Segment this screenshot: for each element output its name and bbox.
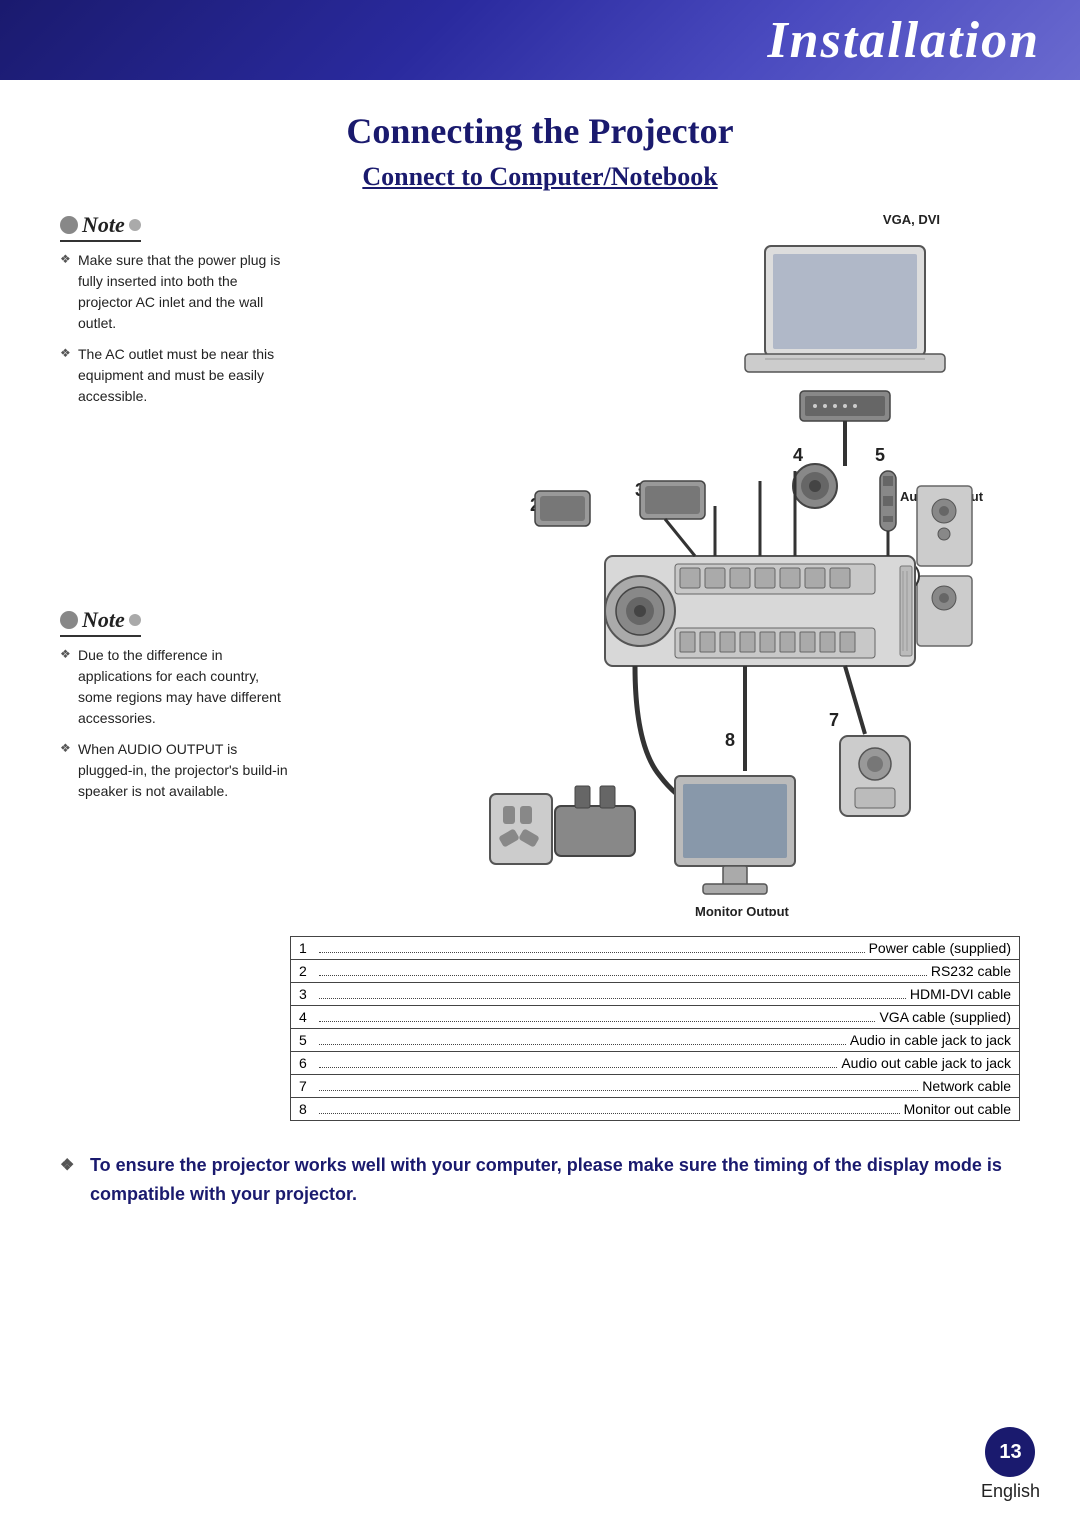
cable-label-3: HDMI-DVI cable	[910, 986, 1011, 1002]
cable-row-1: 1 Power cable (supplied)	[290, 936, 1020, 960]
cable-label-8: Monitor out cable	[904, 1101, 1011, 1117]
page-number-area: 13 English	[981, 1427, 1040, 1502]
cable-row-5: 5 Audio in cable jack to jack	[290, 1029, 1020, 1052]
cable-num-4: 4	[299, 1009, 315, 1025]
cable-row-3: 3 HDMI-DVI cable	[290, 983, 1020, 1006]
note-item-2-1: Due to the difference in applications fo…	[60, 645, 290, 729]
cable-dots-1	[319, 943, 865, 953]
cable-row-2: 2 RS232 cable	[290, 960, 1020, 983]
note-item-2-2: When AUDIO OUTPUT is plugged-in, the pro…	[60, 739, 290, 802]
cable-num-3: 3	[299, 986, 315, 1002]
monitor-output-label: Monitor Output	[695, 904, 790, 916]
cable-label-1: Power cable (supplied)	[869, 940, 1011, 956]
header-bar: Installation	[0, 0, 1080, 80]
cable-label-7: Network cable	[922, 1078, 1011, 1094]
left-panel: Note Make sure that the power plug is fu…	[60, 212, 290, 916]
cable-dots-4	[319, 1012, 875, 1022]
section-title: Connecting the Projector	[60, 110, 1020, 152]
note-box-1: Note Make sure that the power plug is fu…	[60, 212, 290, 407]
note-item-1-2: The AC outlet must be near this equipmen…	[60, 344, 290, 407]
bottom-note: To ensure the projector works well with …	[60, 1151, 1020, 1209]
page-language: English	[981, 1481, 1040, 1502]
full-page: Installation Connecting the Projector Co…	[0, 0, 1080, 1532]
cable-row-8: 8 Monitor out cable	[290, 1098, 1020, 1121]
content-area: Connecting the Projector Connect to Comp…	[0, 80, 1080, 1339]
cable-row-7: 7 Network cable	[290, 1075, 1020, 1098]
cable-dots-6	[319, 1058, 837, 1068]
cable-row-6: 6 Audio out cable jack to jack	[290, 1052, 1020, 1075]
svg-text:5: 5	[875, 445, 885, 465]
page-content: Connecting the Projector Connect to Comp…	[0, 80, 1080, 1239]
cable-num-6: 6	[299, 1055, 315, 1071]
note-box-2: Note Due to the difference in applicatio…	[60, 607, 290, 802]
vga-dvi-label: VGA, DVI	[883, 212, 940, 227]
speaker-icon	[917, 486, 972, 646]
connector-3: 3	[635, 480, 705, 519]
note-label-1: Note	[60, 212, 141, 242]
connection-diagram: 3 2 4	[345, 216, 985, 916]
connector-5: 5	[875, 445, 896, 531]
monitor-icon	[675, 776, 795, 894]
cable-list-table: 1 Power cable (supplied) 2 RS232 cable 3…	[290, 936, 1020, 1121]
cable-num-1: 1	[299, 940, 315, 956]
note-label-2: Note	[60, 607, 141, 637]
svg-text:8: 8	[725, 730, 735, 750]
cable-label-5: Audio in cable jack to jack	[850, 1032, 1011, 1048]
cable-dots-5	[319, 1035, 846, 1045]
connector-4: 4	[793, 445, 837, 508]
note-item-1-1: Make sure that the power plug is fully i…	[60, 250, 290, 334]
cable-num-2: 2	[299, 963, 315, 979]
cable-dots-2	[319, 966, 927, 976]
svg-text:7: 7	[829, 710, 839, 730]
cable-dots-7	[319, 1081, 918, 1091]
cable-num-8: 8	[299, 1101, 315, 1117]
page-number: 13	[999, 1441, 1021, 1464]
cable-num-7: 7	[299, 1078, 315, 1094]
cable-dots-3	[319, 989, 906, 999]
connector-2	[535, 491, 590, 526]
network-device-icon	[840, 736, 910, 816]
cable-label-2: RS232 cable	[931, 963, 1011, 979]
right-panel: VGA, DVI	[310, 212, 1020, 916]
subsection-title: Connect to Computer/Notebook	[60, 162, 1020, 192]
cable-num-5: 5	[299, 1032, 315, 1048]
page-title: Installation	[767, 11, 1040, 70]
laptop-icon	[745, 246, 945, 372]
projector-body	[605, 556, 915, 666]
cable-dots-8	[319, 1104, 900, 1114]
cable-row-4: 4 VGA cable (supplied)	[290, 1006, 1020, 1029]
cable-label-4: VGA cable (supplied)	[879, 1009, 1011, 1025]
svg-text:4: 4	[793, 445, 803, 465]
main-layout: Note Make sure that the power plug is fu…	[60, 212, 1020, 916]
cable-label-6: Audio out cable jack to jack	[841, 1055, 1011, 1071]
page-number-circle: 13	[985, 1427, 1035, 1477]
